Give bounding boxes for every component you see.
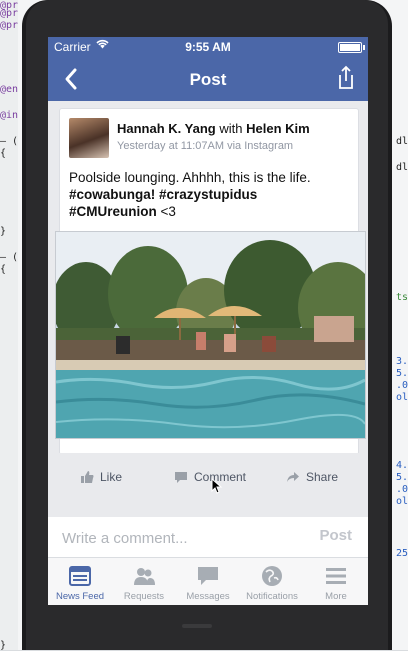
- code-fragment: dl: [396, 162, 408, 173]
- code-fragment: @pr: [0, 20, 19, 31]
- post-text: Poolside lounging. Ahhhh, this is the li…: [69, 169, 349, 220]
- tab-notifications[interactable]: Notifications: [240, 564, 304, 602]
- phone-screen: Carrier 9:55 AM Post Hannah K. Yang with…: [48, 37, 368, 605]
- code-fragment: 3.: [396, 356, 408, 367]
- comment-input[interactable]: [60, 527, 284, 549]
- messages-icon: [198, 567, 218, 585]
- code-fragment: @in: [0, 110, 19, 121]
- code-fragment: dl: [396, 136, 408, 147]
- post-actions: Like Comment Share: [48, 453, 368, 501]
- post-comment-button[interactable]: Post: [319, 527, 352, 544]
- more-icon: [326, 568, 346, 584]
- code-fragment: 25: [396, 548, 408, 559]
- comment-icon: [175, 472, 187, 483]
- post-meta: Yesterday at 11:07AM via Instagram: [117, 140, 294, 152]
- code-fragment: 4.: [396, 460, 408, 471]
- code-fragment: 5.: [396, 368, 408, 379]
- battery-icon: [338, 42, 365, 53]
- share-icon: [339, 65, 353, 89]
- hashtag[interactable]: #cowabunga!: [69, 187, 155, 202]
- code-fragment: ts: [396, 292, 408, 303]
- post-text-tail: <3: [160, 204, 176, 219]
- tab-news-feed[interactable]: News Feed: [48, 564, 112, 602]
- post-card: Hannah K. Yang with Helen Kim Yesterday …: [55, 108, 366, 455]
- mouse-cursor-icon: [211, 478, 223, 494]
- code-fragment: ol: [396, 496, 408, 507]
- status-time: 9:55 AM: [185, 40, 231, 54]
- tab-label: News Feed: [55, 591, 105, 602]
- post-text-line: Poolside lounging. Ahhhh, this is the li…: [69, 170, 311, 185]
- pool-photo-image: [56, 232, 365, 438]
- code-fragment: – (: [0, 252, 19, 263]
- code-fragment: @pr: [0, 8, 19, 19]
- tab-label: Requests: [123, 591, 165, 602]
- comment-button[interactable]: Comment: [174, 465, 246, 489]
- navigation-bar: Post: [48, 57, 368, 101]
- code-fragment: ol: [396, 392, 408, 403]
- top-bar: Carrier 9:55 AM Post: [48, 37, 368, 101]
- share-button[interactable]: [334, 64, 358, 92]
- share-post-button[interactable]: Share: [286, 465, 338, 489]
- code-fragment: .0: [396, 484, 408, 495]
- share-arrow-icon: [287, 472, 299, 482]
- tagged-name[interactable]: Helen Kim: [246, 121, 310, 136]
- tab-label: Notifications: [246, 591, 298, 602]
- share-label: Share: [306, 470, 339, 484]
- post-photo[interactable]: [55, 231, 366, 439]
- tab-label: More: [325, 591, 347, 602]
- tab-label: Messages: [186, 591, 230, 602]
- hashtag[interactable]: #crazystupidus: [159, 187, 257, 202]
- code-fragment: }: [0, 226, 7, 237]
- thumbs-up-icon: [81, 471, 94, 483]
- tab-more[interactable]: More: [304, 564, 368, 602]
- like-button[interactable]: Like: [80, 465, 122, 489]
- tab-messages[interactable]: Messages: [176, 564, 240, 602]
- requests-icon: [134, 568, 155, 585]
- tab-requests[interactable]: Requests: [112, 564, 176, 602]
- with-word: with: [219, 121, 243, 136]
- notifications-icon: [262, 566, 282, 586]
- code-fragment: {: [0, 264, 7, 275]
- author-name[interactable]: Hannah K. Yang: [117, 121, 216, 136]
- code-fragment: @en: [0, 84, 19, 95]
- comment-composer: Post: [48, 517, 368, 557]
- post-author-line: Hannah K. Yang with Helen Kim: [117, 121, 310, 136]
- avatar[interactable]: [69, 118, 109, 158]
- code-fragment: 5.: [396, 472, 408, 483]
- code-fragment: .0: [396, 380, 408, 391]
- page-title: Post: [189, 70, 227, 89]
- hashtag[interactable]: #CMUreunion: [69, 204, 157, 219]
- ide-gutter: [0, 0, 18, 650]
- home-indicator: [182, 624, 212, 628]
- like-label: Like: [100, 470, 123, 484]
- tab-bar: News Feed Requests Messages Notification…: [48, 557, 368, 605]
- code-fragment: – (: [0, 136, 19, 147]
- news-feed-icon: [69, 566, 91, 586]
- code-fragment: }: [0, 640, 7, 651]
- code-fragment: {: [0, 148, 7, 159]
- status-bar: Carrier 9:55 AM: [48, 37, 368, 57]
